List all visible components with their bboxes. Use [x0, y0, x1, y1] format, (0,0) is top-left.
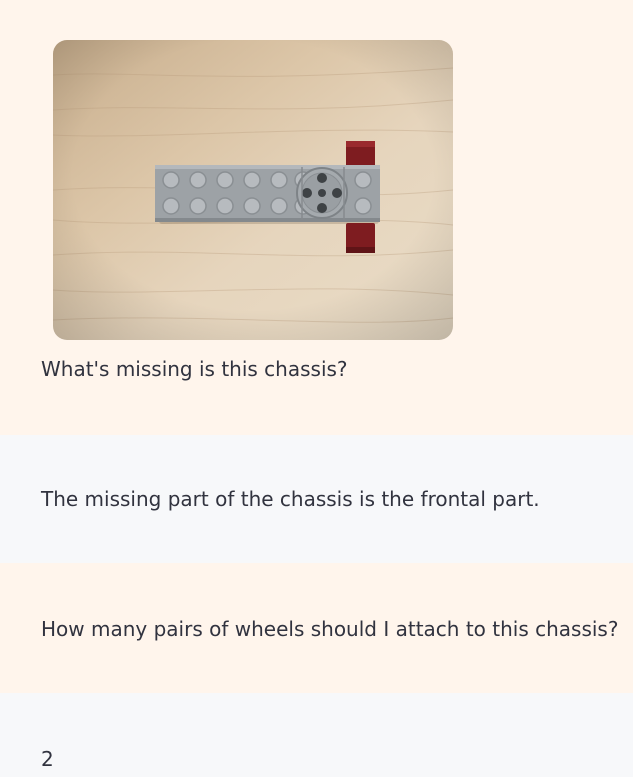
user-message-text-2: How many pairs of wheels should I attach…	[41, 617, 619, 641]
user-message-1: What's missing is this chassis?	[0, 0, 633, 435]
assistant-message-text-1: The missing part of the chassis is the f…	[41, 487, 540, 511]
user-message-2: How many pairs of wheels should I attach…	[0, 563, 633, 693]
chassis-image	[53, 40, 453, 340]
assistant-message-1: The missing part of the chassis is the f…	[0, 435, 633, 563]
assistant-message-text-2: 2	[41, 747, 54, 771]
user-message-text-1: What's missing is this chassis?	[41, 357, 348, 381]
chassis-photo	[53, 40, 453, 340]
assistant-message-2: 2	[0, 693, 633, 777]
